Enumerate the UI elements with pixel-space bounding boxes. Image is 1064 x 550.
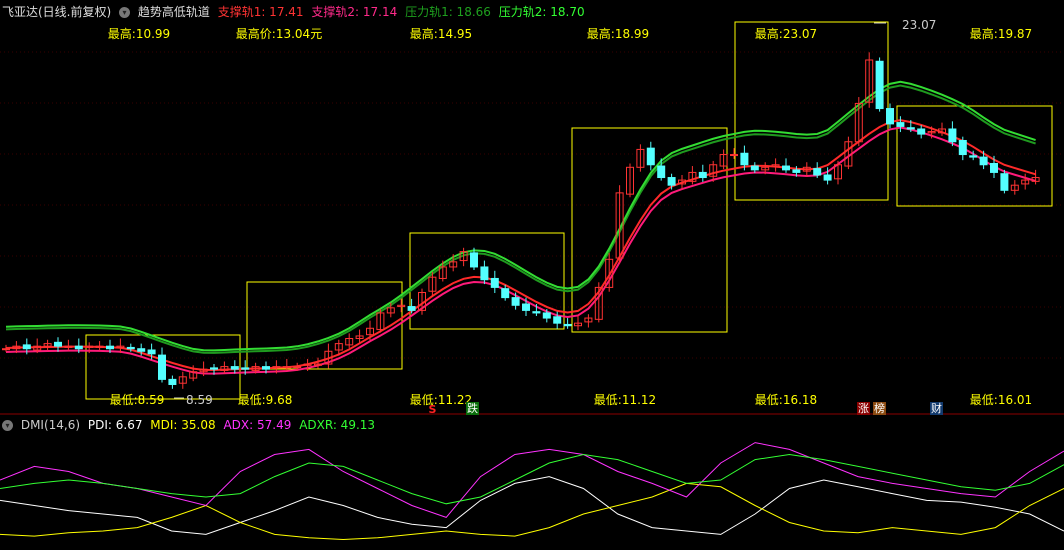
min-price-label: 8.59 bbox=[186, 393, 213, 407]
candle bbox=[667, 177, 676, 186]
range-box bbox=[409, 232, 565, 330]
high-label: 最高价:13.04元 bbox=[235, 27, 323, 41]
candle bbox=[906, 127, 915, 130]
low-label: 最低:8.59 bbox=[109, 393, 165, 407]
dmi-adx: ADX: 57.49 bbox=[223, 418, 292, 432]
candle bbox=[1000, 173, 1009, 191]
dmi-lines bbox=[0, 442, 1064, 541]
candle bbox=[698, 171, 707, 179]
candle bbox=[480, 266, 489, 281]
dmi-mdi: MDI: 35.08 bbox=[150, 418, 216, 432]
dropdown-icon[interactable]: ▾ bbox=[119, 7, 131, 18]
candle bbox=[979, 156, 988, 166]
candle bbox=[969, 155, 978, 158]
high-label: 最高:14.95 bbox=[409, 27, 473, 41]
candle bbox=[813, 168, 822, 176]
candle bbox=[522, 303, 530, 311]
support-1: 支撑轨1: 17.41 bbox=[217, 5, 304, 19]
low-label: 最低:11.12 bbox=[593, 393, 657, 407]
support-line-2 bbox=[5, 126, 1036, 375]
candle bbox=[490, 277, 499, 288]
fall-marker[interactable]: 跌 bbox=[466, 402, 479, 415]
candle bbox=[896, 122, 905, 127]
candle bbox=[657, 165, 666, 179]
candle bbox=[886, 108, 894, 125]
candle bbox=[168, 378, 177, 385]
candle bbox=[782, 165, 790, 171]
indicator-name[interactable]: 趋势高低轨道 bbox=[138, 5, 210, 19]
rank-marker[interactable]: 榜 bbox=[873, 402, 886, 415]
price-chart bbox=[0, 21, 1064, 541]
candle bbox=[470, 252, 478, 268]
candle bbox=[137, 348, 146, 352]
limit-up-marker[interactable]: 涨 bbox=[857, 402, 870, 415]
candle bbox=[158, 354, 166, 380]
candle bbox=[553, 316, 562, 324]
dmi-name[interactable]: DMI(14,6) bbox=[21, 418, 80, 432]
candle bbox=[532, 311, 541, 314]
candle bbox=[563, 323, 572, 327]
sell-signal-marker[interactable]: S bbox=[426, 403, 439, 416]
candle bbox=[407, 306, 416, 311]
candle bbox=[74, 345, 83, 350]
range-boxes bbox=[85, 21, 1053, 400]
candle bbox=[542, 312, 551, 319]
dmi-header: ▾ DMI(14,6) PDI: 6.67 MDI: 35.08 ADX: 57… bbox=[2, 418, 379, 432]
candle bbox=[646, 147, 655, 166]
low-label: 最低:16.18 bbox=[754, 393, 818, 407]
low-label: 最低:9.68 bbox=[237, 393, 293, 407]
high-label: 最高:19.87 bbox=[969, 27, 1033, 41]
support-line-1 bbox=[5, 119, 1036, 372]
candle bbox=[230, 366, 239, 370]
candle bbox=[106, 345, 114, 350]
chart-header: 飞亚达(日线.前复权) ▾ 趋势高低轨道 支撑轨1: 17.41 支撑轨2: 1… bbox=[2, 3, 589, 20]
dmi-adxr: ADXR: 49.13 bbox=[299, 418, 376, 432]
low-label: 最低:11.22 bbox=[409, 393, 473, 407]
candle bbox=[147, 349, 156, 355]
dropdown-icon[interactable]: ▾ bbox=[2, 420, 13, 431]
candle bbox=[792, 169, 801, 173]
high-label: 最高:23.07 bbox=[754, 27, 818, 41]
grid bbox=[0, 51, 1064, 359]
high-label: 最高:10.99 bbox=[107, 27, 171, 41]
candle bbox=[501, 288, 510, 299]
candle bbox=[875, 60, 884, 110]
resistance-1: 压力轨1: 18.66 bbox=[405, 5, 491, 19]
candle bbox=[262, 366, 270, 370]
candle bbox=[293, 366, 302, 369]
support-2: 支撑轨2: 17.14 bbox=[311, 5, 398, 19]
candle bbox=[958, 139, 967, 156]
candle bbox=[917, 128, 926, 135]
resistance-line-2 bbox=[5, 80, 1036, 352]
candle bbox=[210, 367, 218, 370]
candle bbox=[22, 344, 31, 350]
candle bbox=[126, 346, 135, 350]
candle bbox=[241, 367, 250, 370]
stock-title: 飞亚达(日线.前复权) bbox=[2, 5, 112, 19]
candle bbox=[511, 297, 520, 306]
candle bbox=[750, 165, 759, 171]
low-label: 最低:16.01 bbox=[969, 393, 1033, 407]
trend-lines bbox=[5, 80, 1036, 375]
dmi-pdi: PDI: 6.67 bbox=[87, 418, 143, 432]
finance-marker[interactable]: 财 bbox=[930, 402, 943, 415]
candle bbox=[730, 154, 738, 157]
high-label: 最高:18.99 bbox=[586, 27, 650, 41]
candle bbox=[2, 348, 10, 351]
candle bbox=[948, 128, 957, 143]
max-price-label: 23.07 bbox=[902, 18, 937, 32]
candle bbox=[823, 174, 832, 181]
resistance-2: 压力轨2: 18.70 bbox=[498, 5, 585, 19]
candle bbox=[740, 152, 749, 166]
candle bbox=[990, 162, 998, 173]
candle bbox=[54, 341, 62, 347]
